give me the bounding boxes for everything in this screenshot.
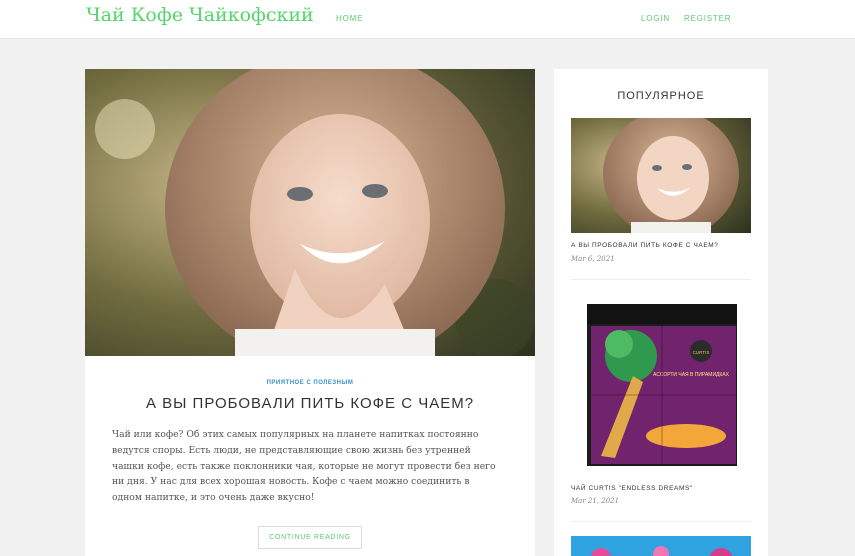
nav-home-link[interactable]: HOME <box>336 14 363 23</box>
post-category-label[interactable]: ПРИЯТНОЕ С ПОЛЕЗНЫМ <box>85 380 535 386</box>
popular-item-date-1: Mar 6, 2021 <box>571 255 615 263</box>
post-excerpt: Чай или кофе? Об этих самых популярных н… <box>112 429 496 504</box>
divider <box>571 279 751 280</box>
flowers-photo-thumbnail <box>571 536 751 556</box>
popular-item-thumbnail-3[interactable] <box>571 536 751 556</box>
product-text-label: АССОРТИ ЧАЯ В ПИРАМИДКАХ <box>653 372 730 378</box>
popular-item-title-2[interactable]: ЧАЙ CURTIS "ENDLESS DREAMS" <box>571 485 693 492</box>
nav-login-link[interactable]: LOGIN <box>641 14 670 23</box>
popular-item-title-1[interactable]: А ВЫ ПРОБОВАЛИ ПИТЬ КОФЕ С ЧАЕМ? <box>571 242 719 249</box>
nav-register-link[interactable]: REGISTER <box>684 14 731 23</box>
product-brand-label: CURTIS <box>693 350 710 355</box>
sidebar-popular-widget: ПОПУЛЯРНОЕ А ВЫ ПРОБОВАЛИ ПИТЬ КОФЕ С ЧА… <box>554 69 768 556</box>
popular-item-thumbnail-1[interactable] <box>571 118 751 233</box>
post-title[interactable]: А ВЫ ПРОБОВАЛИ ПИТЬ КОФЕ С ЧАЕМ? <box>85 395 535 412</box>
site-title-link[interactable]: Чай Кофе Чайкофский <box>86 4 314 26</box>
post-featured-image[interactable] <box>85 69 535 356</box>
post-card: ПРИЯТНОЕ С ПОЛЕЗНЫМ А ВЫ ПРОБОВАЛИ ПИТЬ … <box>85 69 535 556</box>
popular-item-thumbnail-2[interactable]: CURTIS АССОРТИ ЧАЯ В ПИРАМИДКАХ <box>571 296 751 476</box>
top-navigation-bar: Чай Кофе Чайкофский HOME LOGIN REGISTER <box>0 0 855 39</box>
widget-title: ПОПУЛЯРНОЕ <box>617 90 705 102</box>
girl-photo-image <box>85 69 535 356</box>
popular-item-date-2: Mar 21, 2021 <box>571 497 620 505</box>
girl-photo-thumbnail <box>571 118 751 233</box>
continue-reading-button[interactable]: CONTINUE READING <box>258 526 362 549</box>
divider <box>571 521 751 522</box>
tea-box-product-image: CURTIS АССОРТИ ЧАЯ В ПИРАМИДКАХ <box>571 296 751 476</box>
